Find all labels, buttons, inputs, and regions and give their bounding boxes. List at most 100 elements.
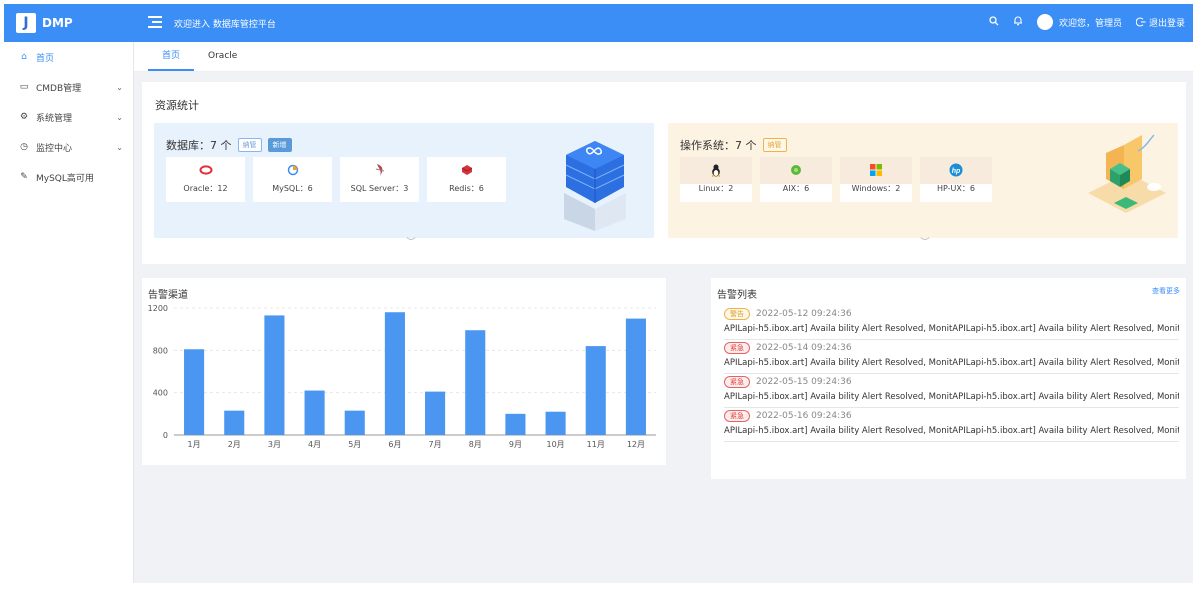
sidebar-item-label: CMDB管理 (36, 83, 82, 94)
bar (224, 410, 245, 435)
alert-level-badge: 紧急 (724, 410, 750, 422)
chevron-down-icon: ⌄ (116, 142, 123, 152)
tab-home[interactable]: 首页 (148, 41, 195, 71)
x-tick-label: 7月 (429, 440, 442, 449)
alert-time: 2022-05-14 09:24:36 (756, 343, 852, 353)
x-tick-label: 10月 (546, 440, 564, 449)
db-item-label: MySQL：6 (272, 184, 313, 193)
alert-item[interactable]: 警告 2022-05-12 09:24:36 APILapi-h5.ibox.a… (724, 306, 1179, 340)
x-tick-label: 1月 (188, 440, 201, 449)
alert-item[interactable]: 紧急 2022-05-15 09:24:36 APILapi-h5.ibox.a… (724, 374, 1179, 408)
logout-label: 退出登录 (1148, 18, 1185, 29)
x-tick-label: 4月 (308, 440, 321, 449)
user-greeting: 欢迎您，管理员 (1058, 18, 1122, 29)
x-tick-label: 12月 (627, 440, 645, 449)
sidebar-item-label: MySQL高可用 (36, 173, 94, 184)
os-item-hpux[interactable]: hp HP-UX：6 (920, 157, 992, 202)
x-tick-label: 11月 (587, 440, 605, 449)
tab-oracle[interactable]: Oracle (194, 41, 251, 71)
db-item-label: Oracle：12 (183, 184, 228, 193)
os-item-aix[interactable]: AIX：6 (760, 157, 832, 202)
logout-icon (1135, 17, 1146, 27)
resource-stats-panel: 资源统计 数据库：7 个 纳管 新增 Oracle：12 MySQL：6 SQL (142, 82, 1186, 264)
bar (344, 410, 365, 435)
y-tick-label: 800 (153, 346, 168, 355)
database-heading: 数据库：7 个 (166, 139, 232, 152)
hp-icon: hp (920, 163, 992, 177)
alert-list: 警告 2022-05-12 09:24:36 APILapi-h5.ibox.a… (724, 306, 1179, 442)
db-item-mysql[interactable]: MySQL：6 (253, 157, 332, 202)
main-content: 首页 Oracle 资源统计 数据库：7 个 纳管 新增 Oracle：12 M… (133, 42, 1193, 583)
alert-channel-panel: 告警渠道 0 400 800 1200 1月 2月 3月 4月 5月 6月 7月 8月 9月 10月 11月… (142, 278, 666, 465)
brand-name: DMP (42, 16, 73, 30)
alert-level-badge: 警告 (724, 308, 750, 320)
sidebar-item-system[interactable]: ⚙ 系统管理 ⌄ (4, 102, 133, 132)
y-tick-label: 1200 (148, 304, 168, 313)
db-item-sqlserver[interactable]: SQL Server：3 (340, 157, 419, 202)
alert-time: 2022-05-16 09:24:36 (756, 411, 852, 421)
sidebar: ⌂ 首页 ▭ CMDB管理 ⌄ ⚙ 系统管理 ⌄ ◷ 监控中心 ⌄ ✎ MySQ… (4, 42, 133, 616)
top-bar: J DMP 欢迎进入 数据库管控平台 欢迎您，管理员 退出登录 (4, 4, 1193, 42)
os-item-windows[interactable]: Windows：2 (840, 157, 912, 202)
sidebar-item-home[interactable]: ⌂ 首页 (4, 42, 133, 72)
search-icon[interactable] (989, 15, 999, 29)
welcome-text: 欢迎进入 数据库管控平台 (174, 20, 276, 30)
x-tick-label: 3月 (268, 440, 281, 449)
sidebar-item-label: 系统管理 (36, 113, 73, 124)
alert-list-title: 告警列表 (717, 290, 757, 301)
manage-db-button[interactable]: 纳管 (237, 138, 262, 152)
view-more-link[interactable]: 查看更多 (1152, 286, 1180, 296)
alert-level-badge: 紧急 (724, 376, 750, 388)
bell-icon[interactable] (1013, 15, 1023, 29)
alert-time: 2022-05-12 09:24:36 (756, 309, 852, 319)
brand[interactable]: J DMP (16, 13, 73, 33)
y-tick-label: 400 (153, 389, 168, 398)
os-item-label: Windows：2 (851, 184, 901, 193)
x-tick-label: 5月 (348, 440, 361, 449)
alert-message: APILapi-h5.ibox.art] Availa bility Alert… (724, 392, 1179, 402)
add-db-button[interactable]: 新增 (267, 138, 292, 152)
alert-level-badge: 紧急 (724, 342, 750, 354)
database-illustration (564, 141, 626, 231)
logout-button[interactable]: 退出登录 (1135, 16, 1185, 29)
expand-db-toggle[interactable]: ︶ (380, 238, 442, 251)
bar (505, 413, 526, 435)
bar (585, 346, 606, 435)
tab-bar: 首页 Oracle (134, 42, 1193, 72)
alert-item[interactable]: 紧急 2022-05-14 09:24:36 APILapi-h5.ibox.a… (724, 340, 1179, 374)
aix-icon (760, 163, 832, 177)
bar (545, 411, 566, 435)
alert-message: APILapi-h5.ibox.art] Availa bility Alert… (724, 358, 1179, 368)
alert-item[interactable]: 紧急 2022-05-16 09:24:36 APILapi-h5.ibox.a… (724, 408, 1179, 442)
windows-icon (840, 163, 912, 177)
db-item-label: Redis：6 (449, 184, 484, 193)
bar (425, 391, 446, 435)
alert-channel-chart: 0 400 800 1200 1月 2月 3月 4月 5月 6月 7月 8月 9月 10月 11月 12月 (148, 304, 656, 449)
bar (304, 390, 325, 435)
sidebar-item-cmdb[interactable]: ▭ CMDB管理 ⌄ (4, 72, 133, 102)
x-tick-label: 9月 (509, 440, 522, 449)
sqlserver-icon (340, 163, 419, 177)
manage-os-button[interactable]: 纳管 (762, 138, 787, 152)
db-item-oracle[interactable]: Oracle：12 (166, 157, 245, 202)
db-item-label: SQL Server：3 (350, 184, 409, 193)
mysql-icon (253, 163, 332, 177)
sidebar-item-monitor[interactable]: ◷ 监控中心 ⌄ (4, 132, 133, 162)
resource-stats-title: 资源统计 (155, 99, 199, 112)
menu-toggle-icon[interactable] (148, 16, 162, 28)
os-item-linux[interactable]: Linux：2 (680, 157, 752, 202)
expand-os-toggle[interactable]: ︶ (894, 238, 956, 251)
x-tick-label: 2月 (228, 440, 241, 449)
alert-message: APILapi-h5.ibox.art] Availa bility Alert… (724, 324, 1179, 334)
db-item-redis[interactable]: Redis：6 (427, 157, 506, 202)
os-item-label: Linux：2 (698, 184, 734, 193)
user-menu[interactable]: 欢迎您，管理员 (1036, 14, 1122, 30)
bar (264, 315, 285, 435)
os-card: 操作系统：7 个 纳管 Linux：2 AIX：6 Windows：2 hp H… (668, 123, 1178, 251)
database-card: 数据库：7 个 纳管 新增 Oracle：12 MySQL：6 SQL Serv… (154, 123, 654, 251)
gear-icon: ⚙ (19, 112, 29, 122)
os-illustration (1088, 134, 1166, 213)
sidebar-item-mysql-ha[interactable]: ✎ MySQL高可用 (4, 162, 133, 192)
chevron-down-icon: ⌄ (116, 112, 123, 122)
brand-logo: J (16, 13, 36, 33)
